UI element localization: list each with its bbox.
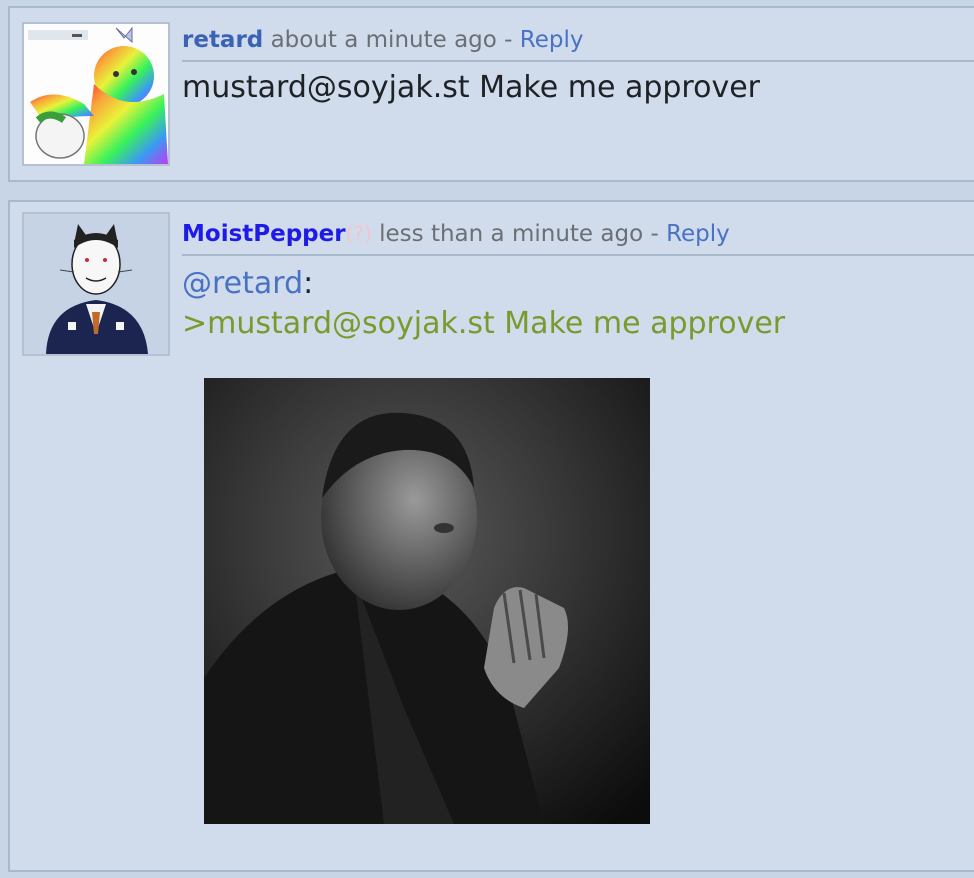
separator: -	[650, 221, 659, 247]
user-flair: (?)	[345, 222, 372, 246]
comment: retard about a minute ago - Reply mustar…	[8, 6, 974, 182]
reply-link[interactable]: Reply	[666, 221, 730, 247]
praying-man-photo-icon	[204, 378, 650, 824]
comment-header: MoistPepper(?) less than a minute ago - …	[182, 216, 974, 256]
quote-text: >mustard@soyjak.st Make me approver	[182, 306, 786, 341]
comment-body: @retard: >mustard@soyjak.st Make me appr…	[182, 264, 966, 344]
mention-line: @retard:	[182, 264, 966, 304]
comment: MoistPepper(?) less than a minute ago - …	[8, 200, 974, 872]
comment-text: mustard@soyjak.st Make me approver	[182, 70, 760, 105]
timestamp: less than a minute ago	[379, 221, 644, 247]
mention-suffix: :	[303, 266, 314, 301]
cat-suit-avatar-icon	[24, 214, 168, 354]
mention-link[interactable]: @retard	[182, 266, 303, 301]
comment-body: mustard@soyjak.st Make me approver	[182, 68, 966, 108]
comment-header: retard about a minute ago - Reply	[182, 22, 974, 62]
attached-image[interactable]	[204, 378, 650, 824]
timestamp: about a minute ago	[270, 27, 497, 53]
username-link[interactable]: MoistPepper	[182, 221, 346, 247]
user-avatar[interactable]	[22, 22, 170, 166]
separator: -	[504, 27, 513, 53]
rainbow-wojak-avatar-icon	[24, 24, 168, 164]
reply-link[interactable]: Reply	[520, 27, 584, 53]
username-link[interactable]: retard	[182, 27, 263, 53]
user-avatar[interactable]	[22, 212, 170, 356]
